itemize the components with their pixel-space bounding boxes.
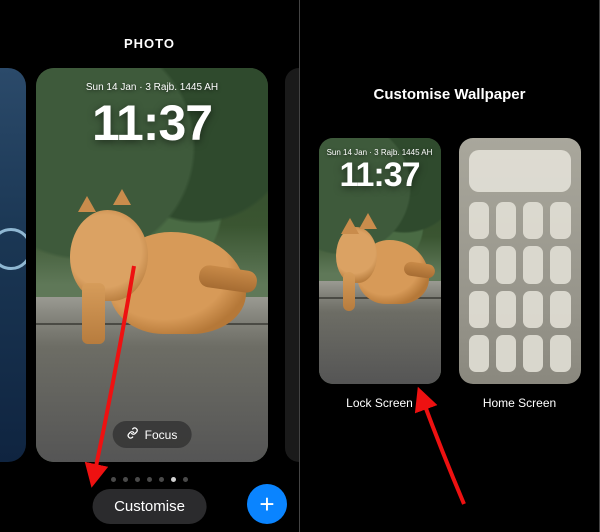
homescreen-thumb[interactable]: Home Screen <box>459 138 581 410</box>
app-icon-placeholder <box>469 202 489 239</box>
page-dot[interactable] <box>123 477 128 482</box>
app-grid <box>469 202 571 372</box>
lockscreen-date: Sun 14 Jan · 3 Rajb. 1445 AH <box>36 82 268 93</box>
current-wallpaper-card[interactable]: Sun 14 Jan · 3 Rajb. 1445 AH 11:37 Focus <box>36 68 268 462</box>
customise-wallpaper-panel: Customise Wallpaper Sun 14 Jan · 3 R <box>300 0 600 532</box>
app-icon-placeholder <box>496 335 516 372</box>
add-wallpaper-button[interactable]: + <box>247 484 287 524</box>
app-icon-placeholder <box>523 291 543 328</box>
app-icon-placeholder <box>523 335 543 372</box>
app-icon-placeholder <box>550 291 570 328</box>
page-dots <box>0 477 299 482</box>
app-icon-placeholder <box>523 202 543 239</box>
wallpaper-gallery-panel: PHOTO Sun 14 Jan · 3 Rajb. 1445 AH 11:37 <box>0 0 300 532</box>
annotation-arrow-icon <box>412 392 482 517</box>
focus-label: Focus <box>145 428 178 442</box>
link-icon <box>127 427 139 442</box>
page-dot[interactable] <box>135 477 140 482</box>
prev-wallpaper-peek[interactable] <box>0 68 26 462</box>
lockscreen-thumb[interactable]: Sun 14 Jan · 3 Rajb. 1445 AH 11:37 Lock … <box>319 138 441 410</box>
wallpaper-subject-cat <box>55 170 250 351</box>
page-dot[interactable] <box>171 477 176 482</box>
app-icon-placeholder <box>523 246 543 283</box>
app-icon-placeholder <box>469 246 489 283</box>
lockscreen-time: 11:37 <box>36 94 268 152</box>
page-dot[interactable] <box>183 477 188 482</box>
thumb-lockscreen-time: 11:37 <box>319 156 441 195</box>
app-icon-placeholder <box>550 246 570 283</box>
app-icon-placeholder <box>496 246 516 283</box>
plus-icon: + <box>259 489 274 519</box>
app-icon-placeholder <box>496 202 516 239</box>
next-wallpaper-peek[interactable] <box>285 68 299 462</box>
page-dot[interactable] <box>111 477 116 482</box>
app-icon-placeholder <box>550 335 570 372</box>
customise-title: Customise Wallpaper <box>300 0 599 103</box>
homescreen-label: Home Screen <box>459 396 581 410</box>
widget-placeholder <box>469 150 571 192</box>
customise-button[interactable]: Customise <box>92 489 207 524</box>
app-icon-placeholder <box>550 202 570 239</box>
page-dot[interactable] <box>147 477 152 482</box>
gallery-category-label: PHOTO <box>0 0 299 51</box>
focus-button[interactable]: Focus <box>113 421 192 448</box>
app-icon-placeholder <box>469 335 489 372</box>
app-icon-placeholder <box>496 291 516 328</box>
page-dot[interactable] <box>159 477 164 482</box>
app-icon-placeholder <box>469 291 489 328</box>
lockscreen-label: Lock Screen <box>319 396 441 410</box>
